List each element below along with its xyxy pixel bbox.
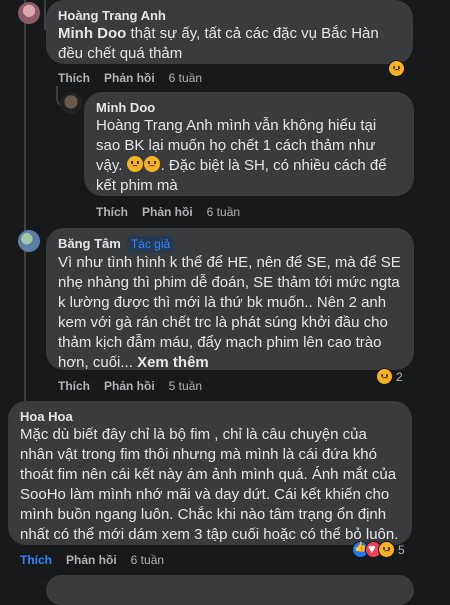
author-badge: Tác giả: [126, 236, 175, 253]
comment-actions: Thích Phản hồi 5 tuần: [58, 379, 216, 393]
like-button[interactable]: Thích: [58, 379, 90, 393]
mention-link[interactable]: Hoàng Trang Anh: [96, 117, 213, 134]
comment-bubble-1: Hoàng Trang Anh Minh Doo thật sự ấy, tất…: [46, 0, 413, 64]
sad-emoji-icon: [388, 60, 405, 77]
comment-actions: Thích Phản hồi 6 tuần: [96, 205, 254, 219]
comment-actions: Thích Phản hồi 6 tuần: [20, 553, 178, 567]
comment-bubble-4: Hoa Hoa Mặc dù biết đây chỉ là bộ fim , …: [8, 401, 412, 545]
avatar-bang-tam[interactable]: [18, 230, 40, 252]
comment-text: Vì như tình hình k thể để HE, nên để SE,…: [58, 254, 401, 371]
comment-bubble-3: Băng Tâm Tác giả Vì như tình hình k thể đ…: [46, 228, 414, 371]
timestamp[interactable]: 6 tuần: [131, 553, 164, 567]
timestamp[interactable]: 6 tuần: [169, 71, 202, 85]
comment-bubble-2: Minh Doo Hoàng Trang Anh mình vẫn không …: [84, 92, 414, 196]
comment-text: Minh Doo thật sự ấy, tất cả các đặc vụ B…: [58, 25, 379, 62]
mention-link[interactable]: Minh Doo: [58, 25, 126, 42]
sad-emoji-icon: [376, 368, 393, 385]
reaction-count: 5: [398, 542, 405, 557]
reaction-summary[interactable]: [388, 60, 405, 77]
comment-author[interactable]: Minh Doo: [96, 99, 402, 116]
reaction-summary[interactable]: 2: [376, 368, 403, 385]
like-button[interactable]: Thích: [20, 553, 52, 567]
comment-text: Hoàng Trang Anh mình vẫn không hiểu tại …: [96, 117, 387, 194]
reply-button[interactable]: Phản hồi: [104, 71, 155, 85]
reaction-summary[interactable]: 5: [352, 541, 405, 558]
comment-actions: Thích Phản hồi 6 tuần: [58, 71, 216, 85]
like-button[interactable]: Thích: [96, 205, 128, 219]
avatar-hoang-trang-anh[interactable]: [18, 2, 40, 24]
author-name[interactable]: Băng Tâm: [58, 236, 121, 251]
sad-emoji-icon: [143, 156, 160, 172]
reply-button[interactable]: Phản hồi: [66, 553, 117, 567]
thread-line-side: [24, 0, 26, 420]
comment-author[interactable]: Hoa Hoa: [20, 408, 400, 425]
comment-text: Mặc dù biết đây chỉ là bộ fim , chỉ là c…: [20, 426, 399, 543]
reply-button[interactable]: Phản hồi: [142, 205, 193, 219]
timestamp[interactable]: 6 tuần: [207, 205, 240, 219]
timestamp[interactable]: 5 tuần: [169, 379, 202, 393]
sad-emoji-icon: [378, 541, 395, 558]
comment-bubble-next: [46, 575, 414, 605]
see-more-link[interactable]: Xem thêm: [137, 354, 209, 371]
sad-emoji-icon: [126, 156, 143, 172]
reaction-count: 2: [396, 369, 403, 384]
reply-button[interactable]: Phản hồi: [104, 379, 155, 393]
avatar-minh-doo[interactable]: [60, 92, 82, 114]
comment-author: Băng Tâm Tác giả: [58, 235, 402, 253]
like-button[interactable]: Thích: [58, 71, 90, 85]
comment-author[interactable]: Hoàng Trang Anh: [58, 7, 401, 24]
